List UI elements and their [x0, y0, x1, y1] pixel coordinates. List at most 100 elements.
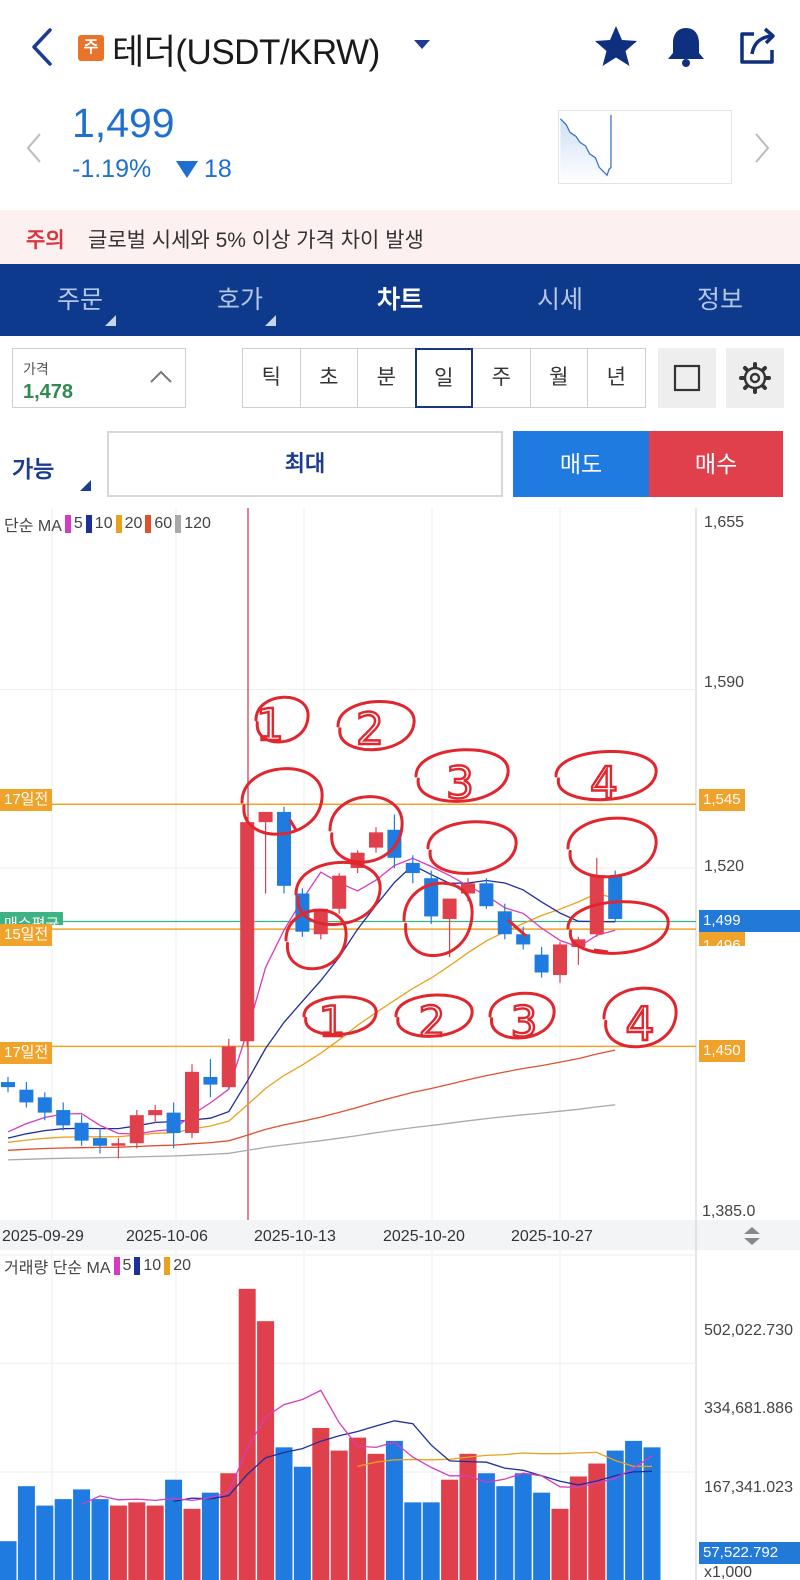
corner-indicator-icon — [80, 480, 91, 491]
volume-bar[interactable] — [477, 1473, 495, 1580]
volume-bar[interactable] — [165, 1479, 183, 1580]
corner-indicator-icon — [265, 315, 276, 326]
volume-bar[interactable] — [422, 1502, 440, 1580]
candle-body[interactable] — [1, 1082, 15, 1088]
price-selector[interactable]: 가격 1,478 — [12, 348, 186, 408]
chevron-right-icon[interactable] — [752, 130, 772, 166]
volume-bar[interactable] — [257, 1321, 275, 1580]
star-icon[interactable] — [592, 22, 640, 70]
candle-body[interactable] — [19, 1089, 34, 1103]
period-second[interactable]: 초 — [299, 348, 358, 408]
volume-bar[interactable] — [496, 1486, 514, 1580]
candle-body[interactable] — [74, 1122, 89, 1141]
candle-body[interactable] — [221, 1046, 236, 1088]
candle-body[interactable] — [37, 1097, 52, 1113]
volume-bar[interactable] — [385, 1440, 403, 1580]
candle-body[interactable] — [534, 954, 549, 973]
candle-body[interactable] — [240, 822, 255, 1042]
gear-icon — [739, 362, 771, 394]
period-tick[interactable]: 틱 — [242, 348, 301, 408]
volume-bar[interactable] — [109, 1505, 127, 1580]
volume-bar[interactable] — [551, 1508, 569, 1580]
candle-body[interactable] — [516, 934, 531, 945]
annotation-number: 4 — [590, 758, 618, 809]
volume-bar[interactable] — [17, 1486, 35, 1580]
volume-bar[interactable] — [514, 1473, 532, 1580]
candle-body[interactable] — [332, 875, 347, 909]
volume-bar[interactable] — [201, 1492, 219, 1580]
volume-bar[interactable] — [91, 1499, 109, 1580]
volume-bar[interactable] — [183, 1508, 201, 1580]
tab-quotes[interactable]: 시세 — [480, 264, 640, 336]
tab-order[interactable]: 주문 — [0, 264, 160, 336]
candle-body[interactable] — [277, 811, 291, 886]
period-week[interactable]: 주 — [472, 348, 531, 408]
max-amount-button[interactable]: 최대 — [107, 431, 503, 497]
volume-bar[interactable] — [606, 1450, 624, 1580]
period-minute[interactable]: 분 — [357, 348, 416, 408]
volume-bar[interactable] — [330, 1450, 348, 1580]
volume-bar[interactable] — [367, 1453, 385, 1580]
candle-body[interactable] — [148, 1110, 163, 1116]
chevron-left-icon[interactable] — [24, 130, 44, 166]
share-icon[interactable] — [734, 22, 782, 70]
volume-bar[interactable] — [128, 1502, 146, 1580]
candle-body[interactable] — [203, 1076, 218, 1085]
tab-info[interactable]: 정보 — [640, 264, 800, 336]
chart-settings-button[interactable] — [726, 348, 784, 408]
sparkline-chart[interactable] — [558, 110, 732, 184]
chevron-up-icon[interactable] — [149, 367, 173, 387]
volume-bar[interactable] — [625, 1440, 643, 1580]
volume-bar[interactable] — [404, 1502, 422, 1580]
chart-area[interactable]: 1 2 3 4 1 2 3 4 단순 MA 5 10 20 60 120 1,655 1,59… — [0, 508, 800, 1580]
period-month[interactable]: 월 — [529, 348, 588, 408]
volume-bar[interactable] — [36, 1505, 54, 1580]
volume-bar[interactable] — [54, 1499, 72, 1580]
chart-canvas[interactable]: 1 2 3 4 1 2 3 4 — [0, 508, 800, 1580]
volume-bar[interactable] — [73, 1489, 91, 1580]
possible-label[interactable]: 가능 — [12, 450, 54, 484]
days-ago-tag: 17일전 — [0, 1042, 53, 1064]
candle-body[interactable] — [553, 944, 567, 976]
candle-body[interactable] — [129, 1115, 144, 1144]
candle-body[interactable] — [258, 811, 273, 823]
candle-body[interactable] — [369, 832, 383, 848]
chevron-down-icon[interactable] — [414, 40, 430, 49]
volume-bar[interactable] — [533, 1492, 551, 1580]
buy-button[interactable]: 매수 — [649, 431, 783, 497]
page-title[interactable]: 테더(USDT/KRW) — [112, 24, 380, 75]
annotation-number: 4 — [625, 997, 654, 1051]
candle-body[interactable] — [479, 883, 494, 907]
volume-bar[interactable] — [349, 1437, 367, 1580]
back-arrow-icon[interactable] — [22, 22, 62, 72]
candle-body[interactable] — [608, 875, 623, 919]
candle-body[interactable] — [56, 1110, 71, 1126]
volume-bar[interactable] — [441, 1479, 459, 1580]
candle-body[interactable] — [405, 862, 420, 874]
candle-body[interactable] — [185, 1071, 199, 1134]
candle-body[interactable] — [111, 1143, 126, 1146]
ma5-swatch — [64, 515, 71, 533]
period-year[interactable]: 년 — [587, 348, 646, 408]
bell-icon[interactable] — [662, 22, 710, 70]
current-price: 1,499 — [72, 100, 175, 146]
tab-orderbook[interactable]: 호가 — [160, 264, 320, 336]
candle-body[interactable] — [93, 1138, 107, 1146]
volume-bar[interactable] — [569, 1476, 587, 1580]
volume-bar[interactable] — [238, 1288, 256, 1580]
volume-bar[interactable] — [293, 1466, 311, 1580]
price-axis-label: 1,385.0 — [702, 1203, 756, 1220]
tab-chart[interactable]: 차트 — [320, 264, 480, 336]
volume-bar[interactable] — [643, 1447, 661, 1580]
period-day[interactable]: 일 — [414, 348, 473, 408]
candle-body[interactable] — [166, 1112, 181, 1134]
volume-bar[interactable] — [312, 1427, 330, 1580]
volume-bar[interactable] — [146, 1505, 164, 1580]
sell-button[interactable]: 매도 — [513, 431, 649, 497]
volume-bar[interactable] — [0, 1541, 17, 1580]
volume-bar[interactable] — [459, 1453, 477, 1580]
price-selector-value: 1,478 — [23, 381, 74, 403]
volume-bar[interactable] — [275, 1447, 293, 1580]
drawing-toggle-button[interactable] — [658, 348, 716, 408]
candle-body[interactable] — [442, 898, 457, 919]
